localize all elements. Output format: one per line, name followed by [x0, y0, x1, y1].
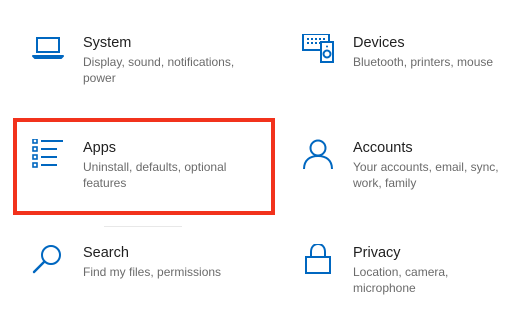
tile-title: Privacy [353, 245, 401, 261]
settings-tile-devices[interactable]: Devices Bluetooth, printers, mouse [301, 34, 531, 114]
highlight-box [13, 118, 275, 215]
settings-tile-search[interactable]: Search Find my files, permissions [31, 244, 271, 323]
person-icon [301, 139, 337, 175]
laptop-icon [31, 34, 67, 70]
settings-tile-accounts[interactable]: Accounts Your accounts, email, sync, wor… [301, 139, 531, 219]
tile-title: System [83, 35, 132, 51]
tile-title: Devices [353, 35, 405, 51]
tile-description: Your accounts, email, sync, work, family [353, 160, 499, 190]
devices-icon [301, 34, 337, 70]
settings-home-grid: System Display, sound, notifications, po… [0, 0, 531, 323]
tile-title: Accounts [353, 140, 413, 156]
tile-description: Find my files, permissions [83, 265, 222, 279]
lock-icon [301, 244, 337, 280]
tile-description: Location, camera, microphone [353, 265, 449, 295]
settings-tile-privacy[interactable]: Privacy Location, camera, microphone [301, 244, 531, 323]
tile-description: Display, sound, notifications, power [83, 55, 235, 85]
tile-title: Search [83, 245, 129, 261]
settings-tile-system[interactable]: System Display, sound, notifications, po… [31, 34, 271, 114]
divider [104, 226, 182, 227]
search-icon [31, 244, 67, 280]
tile-description: Bluetooth, printers, mouse [353, 55, 494, 69]
